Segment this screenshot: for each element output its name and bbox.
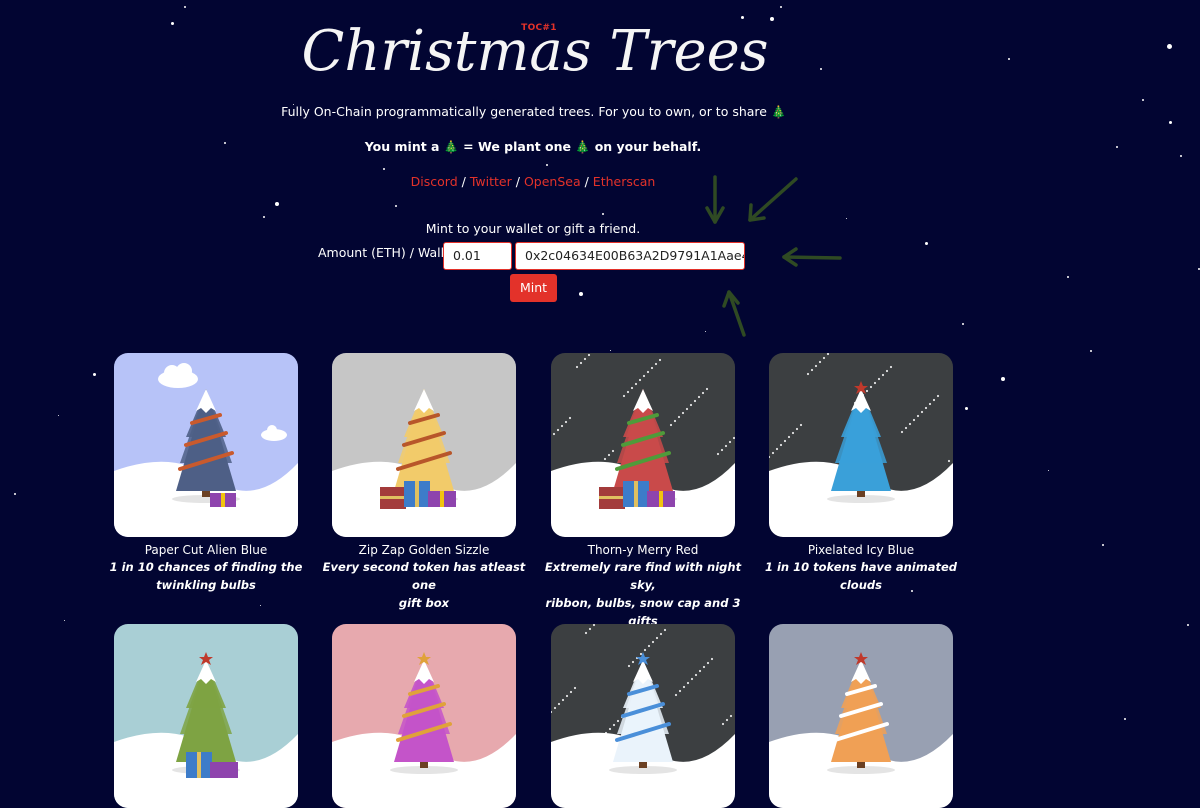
star xyxy=(1116,146,1118,148)
star xyxy=(1001,377,1005,381)
tree-card[interactable] xyxy=(114,624,298,808)
tree-card[interactable] xyxy=(769,353,953,537)
plant-text-1: You mint a xyxy=(364,139,440,154)
tree-card-note-line: clouds xyxy=(840,578,882,592)
mint-button[interactable]: Mint xyxy=(510,274,557,302)
link-separator: / xyxy=(461,174,466,189)
tree-card[interactable] xyxy=(551,353,735,537)
star xyxy=(1067,276,1069,278)
tree-card-note-line: gift box xyxy=(398,596,450,610)
plant-text-2: = We plant one xyxy=(463,139,572,154)
tree-card-name: Pixelated Icy Blue xyxy=(807,543,915,557)
star xyxy=(14,493,16,495)
tree-image xyxy=(551,353,735,537)
arrow-diagonal-icon xyxy=(748,177,798,222)
tree-image xyxy=(769,353,953,537)
star xyxy=(171,22,174,25)
star xyxy=(224,142,226,144)
mint-prompt: Mint to your wallet or gift a friend. xyxy=(425,221,641,236)
star xyxy=(263,216,265,218)
star xyxy=(602,213,604,215)
social-links: Discord / Twitter / OpenSea / Etherscan xyxy=(300,174,766,189)
tree-icon: 🎄 xyxy=(770,105,786,119)
star xyxy=(579,292,583,296)
star xyxy=(395,205,397,207)
star xyxy=(1008,58,1010,60)
star xyxy=(546,164,548,166)
arrow-left-icon xyxy=(782,255,842,260)
tree-card-name: Thorn-y Merry Red xyxy=(587,543,699,557)
star xyxy=(1124,718,1126,720)
star xyxy=(58,415,59,416)
star xyxy=(1102,544,1104,546)
tree-card[interactable] xyxy=(332,353,516,537)
tree-card-note-line: twinkling bulbs xyxy=(156,578,256,592)
tree-card[interactable] xyxy=(114,353,298,537)
tree-card-name: Zip Zap Golden Sizzle xyxy=(358,543,490,557)
link-separator: / xyxy=(584,174,589,189)
link-separator: / xyxy=(515,174,520,189)
tree-icon: 🎄 xyxy=(443,140,459,154)
plant-statement: You mint a 🎄 = We plant one 🎄 on your be… xyxy=(300,139,766,154)
tree-card[interactable] xyxy=(769,624,953,808)
tree-card-note-line: Every second token has atleast one xyxy=(322,560,526,592)
star xyxy=(925,242,928,245)
star xyxy=(962,323,964,325)
tree-image xyxy=(769,624,953,808)
page-title: Christmas Trees xyxy=(301,19,769,84)
star xyxy=(1169,121,1172,124)
tree-card-note-line: Extremely rare find with night sky, xyxy=(544,560,742,592)
star xyxy=(1187,624,1189,626)
tree-card-note: 1 in 10 tokens have animated clouds xyxy=(751,558,971,594)
star xyxy=(1167,44,1172,49)
star xyxy=(184,6,186,8)
tree-image xyxy=(551,624,735,808)
twitter-link[interactable]: Twitter xyxy=(470,174,512,189)
tree-card-note: 1 in 10 chances of finding the twinkling … xyxy=(96,558,316,594)
amount-wallet-label: Amount (ETH) / Wallet: xyxy=(318,245,461,260)
tree-image xyxy=(332,624,516,808)
tree-image xyxy=(114,353,298,537)
tree-card-note: Every second token has atleast one gift b… xyxy=(314,558,534,612)
star xyxy=(1180,155,1182,157)
star xyxy=(770,17,774,21)
star xyxy=(1142,99,1144,101)
tree-card-note: Extremely rare find with night sky, ribbo… xyxy=(533,558,753,630)
tree-icon: 🎄 xyxy=(575,140,591,154)
tree-card-note-line: 1 in 10 chances of finding the xyxy=(109,560,303,574)
page-subtitle: Fully On-Chain programmatically generate… xyxy=(260,104,807,119)
etherscan-link[interactable]: Etherscan xyxy=(593,174,656,189)
tree-card-note-line: 1 in 10 tokens have animated xyxy=(764,560,958,574)
star xyxy=(780,6,782,8)
star xyxy=(965,407,968,410)
tree-image xyxy=(114,624,298,808)
star xyxy=(820,68,822,70)
star xyxy=(64,620,65,621)
star xyxy=(275,202,279,206)
annotation-arrows xyxy=(705,175,842,337)
subtitle-text: Fully On-Chain programmatically generate… xyxy=(281,104,767,119)
tree-card[interactable] xyxy=(332,624,516,808)
tree-card[interactable] xyxy=(551,624,735,808)
star xyxy=(383,168,385,170)
star xyxy=(93,373,96,376)
plant-text-3: on your behalf. xyxy=(594,139,702,154)
opensea-link[interactable]: OpenSea xyxy=(524,174,581,189)
star xyxy=(610,350,611,351)
star xyxy=(260,605,261,606)
tree-card-name: Paper Cut Alien Blue xyxy=(144,543,268,557)
amount-input[interactable]: 0.01 xyxy=(443,242,512,270)
star xyxy=(1090,350,1092,352)
tree-image xyxy=(332,353,516,537)
discord-link[interactable]: Discord xyxy=(411,174,458,189)
star xyxy=(1048,470,1049,471)
